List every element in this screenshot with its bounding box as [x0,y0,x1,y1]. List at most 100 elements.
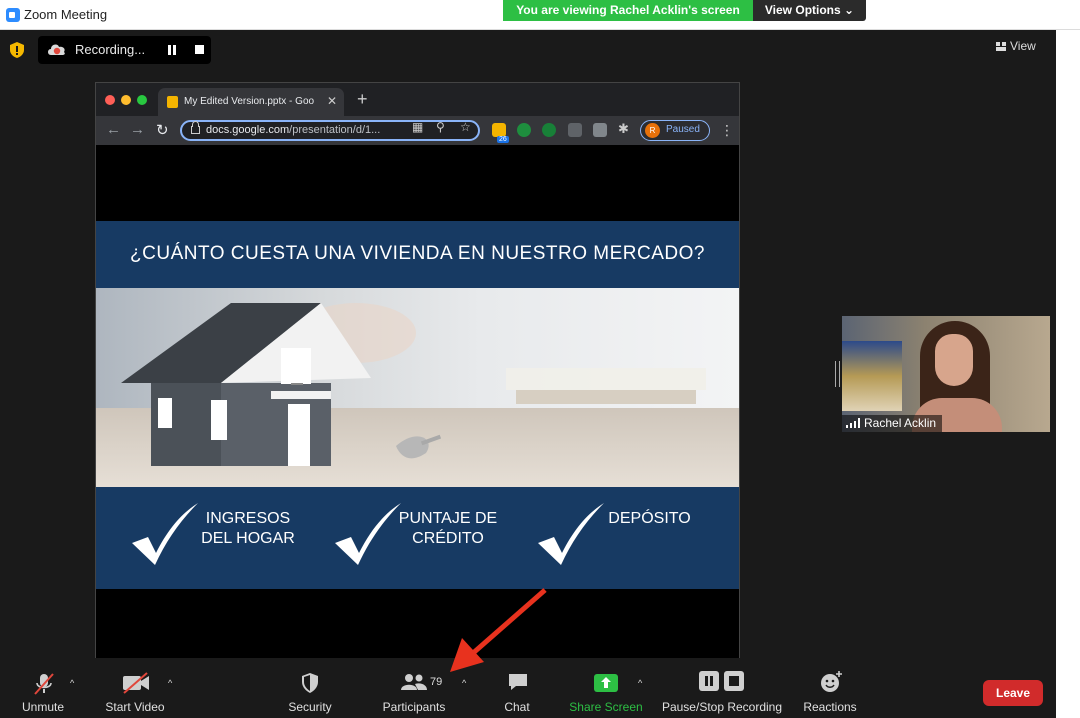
start-video-label: Start Video [105,700,165,714]
share-screen-button[interactable]: Share Screen [566,658,646,718]
zoom-lens-icon[interactable]: ⚲ [436,120,445,134]
window-title: Zoom Meeting [24,7,108,22]
share-screen-label: Share Screen [569,700,643,714]
chat-label: Chat [504,700,530,714]
address-bar[interactable]: docs.google.com/presentation/d/1... [180,120,480,141]
checkmark-icon [538,503,604,565]
profile-button[interactable]: R Paused [640,120,710,141]
browser-tab-strip: My Edited Version.pptx - Goog ✕ + [96,83,739,116]
shared-screen-browser: My Edited Version.pptx - Goog ✕ + ← → ↻ … [95,82,740,665]
meeting-controls: Unmute ^ Start Video ^ Security 79 Parti… [0,658,1056,718]
pillar-2-line2: CRÉDITO [412,530,484,547]
security-shield-icon [302,673,318,693]
presentation-slide: ¿CUÁNTO CUESTA UNA VIVIENDA EN NUESTRO M… [96,221,739,589]
browser-menu-icon[interactable]: ⋮ [720,122,734,139]
bookmark-star-icon[interactable]: ☆ [460,120,471,134]
close-tab-icon[interactable]: ✕ [327,94,337,108]
participants-options-chevron-icon[interactable]: ^ [462,678,466,688]
pillar-2-line1: PUNTAJE DE [398,510,498,527]
recording-label: Recording... [75,42,146,57]
pause-stop-recording-label: Pause/Stop Recording [661,700,783,714]
participants-count: 79 [430,676,443,688]
pause-recording-icon[interactable] [166,44,178,56]
pillar-1-text: INGRESOS DEL HOGAR [198,509,298,549]
security-button[interactable]: Security [280,658,340,718]
right-side-panel [1056,30,1080,718]
leave-button[interactable]: Leave [983,680,1043,706]
participant-name: Rachel Acklin [864,416,937,430]
slide-bottom-band: INGRESOS DEL HOGAR PUNTAJE DE CRÉDITO DEPÓ… [96,487,739,589]
checkmark-icon [132,503,198,565]
muted-microphone-icon [34,673,54,695]
pillar-3-line1: DEPÓSITO [608,510,691,527]
tab-title: My Edited Version.pptx - Goog [184,96,314,107]
unmute-button[interactable]: Unmute [14,658,72,718]
meeting-area: Recording... View My Edited Version.pptx… [0,30,1056,665]
video-options-chevron-icon[interactable]: ^ [168,678,172,688]
chat-bubble-icon [509,674,527,690]
video-person-face [935,334,973,386]
slides-favicon-icon [167,96,178,108]
participant-name-tag: Rachel Acklin [842,415,943,432]
pause-stop-recording-icon [699,671,744,691]
audio-options-chevron-icon[interactable]: ^ [70,678,74,688]
slide-title-band: ¿CUÁNTO CUESTA UNA VIVIENDA EN NUESTRO M… [96,221,739,288]
extension-grammar-icon[interactable] [517,123,531,137]
share-options-chevron-icon[interactable]: ^ [638,678,642,688]
stop-recording-icon[interactable] [195,45,204,54]
participants-icon [401,674,427,690]
recording-indicator: Recording... [38,36,211,64]
shield-icon[interactable] [10,42,24,58]
pause-stop-recording-button[interactable]: Pause/Stop Recording [660,658,784,718]
title-bar: Zoom Meeting You are viewing Rachel Ackl… [0,0,1080,30]
extension-g-icon[interactable] [568,123,582,137]
share-screen-icon [594,674,618,692]
new-tab-icon[interactable]: + [357,89,368,110]
view-label: View [1010,39,1036,53]
reactions-label: Reactions [803,700,857,714]
extension-cast-icon[interactable] [593,123,607,137]
qr-code-icon[interactable]: ▦ [412,120,423,134]
video-off-icon [123,672,149,694]
maximize-window-icon[interactable] [137,95,147,105]
pillar-1-line1: INGRESOS [205,510,291,527]
unmute-label: Unmute [21,700,65,714]
zoom-logo-icon [6,8,20,22]
chat-button[interactable]: Chat [495,658,539,718]
extension-moon-icon[interactable] [542,123,556,137]
view-options-label: View Options [764,3,841,17]
extension-slides-icon[interactable] [492,123,506,137]
extensions-puzzle-icon[interactable]: ✱ [618,121,629,137]
house-model-illustration [121,303,706,466]
reactions-button[interactable]: Reactions [800,658,860,718]
lock-icon [191,121,200,134]
pillar-3-text: DEPÓSITO [602,509,697,529]
back-icon[interactable]: ← [106,121,121,138]
browser-tab[interactable]: My Edited Version.pptx - Goog ✕ [158,88,344,116]
pillar-1-line2: DEL HOGAR [201,530,295,547]
participants-button[interactable]: 79 Participants [376,658,452,718]
participant-video[interactable]: Rachel Acklin [842,316,1050,432]
house-model-photo [96,288,739,487]
browser-toolbar: ← → ↻ docs.google.com/presentation/d/1..… [96,116,739,145]
start-video-button[interactable]: Start Video [100,658,170,718]
viewing-screen-banner: You are viewing Rachel Acklin's screen [503,0,753,21]
url-text: docs.google.com/presentation/d/1... [206,124,381,136]
resize-handle[interactable] [835,361,840,387]
security-label: Security [288,700,332,714]
view-options-button[interactable]: View Options ⌄ [753,0,866,21]
reactions-smiley-icon [821,671,842,692]
close-window-icon[interactable] [105,95,115,105]
view-button[interactable]: View [996,39,1036,53]
minimize-window-icon[interactable] [121,95,131,105]
signal-strength-icon [846,418,860,428]
reload-icon[interactable]: ↻ [156,121,169,139]
pillar-2-text: PUNTAJE DE CRÉDITO [393,509,503,549]
video-background [842,341,902,411]
chevron-down-icon: ⌄ [844,3,855,17]
cloud-recording-icon [48,44,65,55]
profile-avatar: R [645,123,660,138]
forward-icon[interactable]: → [130,121,145,138]
participants-label: Participants [382,700,446,714]
slide-title: ¿CUÁNTO CUESTA UNA VIVIENDA EN NUESTRO M… [130,243,705,264]
